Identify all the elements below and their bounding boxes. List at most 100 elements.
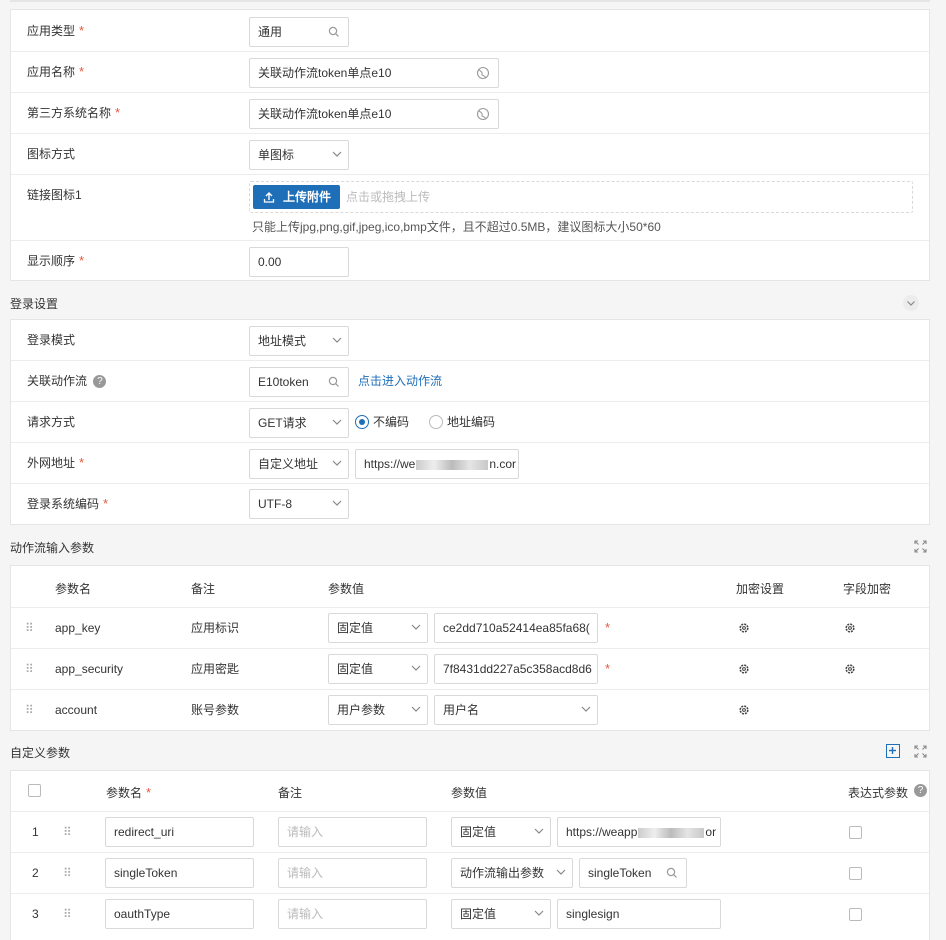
search-icon[interactable] xyxy=(666,859,678,887)
drag-handle-icon[interactable]: ⠿ xyxy=(63,825,72,839)
col-param-name: 参数名 xyxy=(106,786,143,800)
table-header: 参数名 备注 参数值 加密设置 字段加密 xyxy=(11,566,929,608)
value-type-select[interactable]: 固定值 xyxy=(451,899,551,929)
table-row: ⠿ app_key 应用标识 固定值 ce2dd710a52414ea85fa6… xyxy=(11,608,929,649)
col-encrypt-setting: 加密设置 xyxy=(736,582,785,596)
display-order-label: 显示顺序 xyxy=(27,254,76,268)
value-type-select[interactable]: 用户参数 xyxy=(328,695,428,725)
encoding-select[interactable]: UTF-8 xyxy=(249,489,349,519)
drag-handle-icon[interactable]: ⠿ xyxy=(63,866,72,880)
search-icon[interactable] xyxy=(328,18,340,46)
help-icon[interactable]: ? xyxy=(93,375,107,389)
output-param-select[interactable]: singleToken xyxy=(579,858,687,888)
drag-handle-icon[interactable]: ⠿ xyxy=(63,907,72,921)
third-party-input[interactable]: 关联动作流token单点e10 xyxy=(249,99,499,129)
chevron-down-icon xyxy=(556,868,566,876)
value-type-select[interactable]: 固定值 xyxy=(328,654,428,684)
chevron-down-icon xyxy=(332,499,342,507)
expression-checkbox[interactable] xyxy=(849,908,862,921)
radio-address-encode-label: 地址编码 xyxy=(447,415,496,429)
chevron-down-icon xyxy=(411,664,421,672)
flow-select[interactable]: E10token xyxy=(249,367,349,397)
display-order-input[interactable]: 0.00 xyxy=(249,247,349,277)
add-param-button[interactable] xyxy=(886,744,900,758)
flow-params-title: 动作流输入参数 xyxy=(10,541,95,555)
chevron-down-icon xyxy=(332,150,342,158)
param-name-input[interactable]: singleToken xyxy=(105,858,254,888)
globe-icon[interactable] xyxy=(476,100,490,128)
table-row: 1 ⠿ redirect_uri 请输入 固定值 https://weapp or xyxy=(11,812,929,853)
app-type-row: 应用类型 * 通用 xyxy=(11,10,929,52)
chevron-down-icon xyxy=(332,418,342,426)
param-name-input[interactable]: redirect_uri xyxy=(105,817,254,847)
expand-icon[interactable] xyxy=(914,745,927,761)
col-param-name: 参数名 xyxy=(55,582,92,596)
required-mark: * xyxy=(79,64,85,79)
link-icon-row: 链接图标1 上传附件 点击或拖拽上传 只能上传jpg,png,gif,jpeg,… xyxy=(11,175,929,241)
icon-mode-select[interactable]: 单图标 xyxy=(249,140,349,170)
help-icon[interactable]: ? xyxy=(914,784,927,797)
param-value-input[interactable]: singlesign xyxy=(557,899,721,929)
login-mode-select[interactable]: 地址模式 xyxy=(249,326,349,356)
collapse-toggle[interactable] xyxy=(903,295,919,311)
radio-no-encode[interactable] xyxy=(355,415,369,429)
upload-dropzone[interactable]: 上传附件 点击或拖拽上传 xyxy=(249,181,913,213)
note-input[interactable]: 请输入 xyxy=(278,817,427,847)
flow-label: 关联动作流 xyxy=(27,374,88,388)
display-order-row: 显示顺序 * 0.00 xyxy=(11,241,929,282)
drag-handle-icon[interactable]: ⠿ xyxy=(25,621,34,635)
chevron-down-icon xyxy=(534,827,544,835)
gear-icon[interactable] xyxy=(844,663,856,675)
required-mark: * xyxy=(79,455,85,470)
value-type-select[interactable]: 固定值 xyxy=(328,613,428,643)
expression-checkbox[interactable] xyxy=(849,826,862,839)
param-value-input[interactable]: ce2dd710a52414ea85fa68( xyxy=(434,613,598,643)
required-mark: * xyxy=(79,23,85,38)
required-mark: * xyxy=(605,620,611,635)
url-type-select[interactable]: 自定义地址 xyxy=(249,449,349,479)
radio-no-encode-label: 不编码 xyxy=(373,415,410,429)
external-url-row: 外网地址 * 自定义地址 https://we n.cor xyxy=(11,443,929,484)
note-input[interactable]: 请输入 xyxy=(278,858,427,888)
col-expression-param: 表达式参数 xyxy=(848,786,909,800)
chevron-down-icon xyxy=(581,705,591,713)
external-url-input[interactable]: https://we n.cor xyxy=(355,449,519,479)
app-name-input[interactable]: 关联动作流token单点e10 xyxy=(249,58,499,88)
expand-icon[interactable] xyxy=(914,540,927,556)
gear-icon[interactable] xyxy=(844,622,856,634)
radio-address-encode[interactable] xyxy=(429,415,443,429)
upload-hint: 点击或拖拽上传 xyxy=(346,190,431,204)
enter-flow-link[interactable]: 点击进入动作流 xyxy=(358,361,442,402)
app-type-label: 应用类型 xyxy=(27,24,76,38)
request-method-label: 请求方式 xyxy=(27,415,76,429)
value-type-select[interactable]: 固定值 xyxy=(451,817,551,847)
search-icon[interactable] xyxy=(328,368,340,396)
encoding-row: 登录系统编码 * UTF-8 xyxy=(11,484,929,525)
redacted-blur xyxy=(638,827,705,838)
icon-mode-row: 图标方式 单图标 xyxy=(11,134,929,175)
app-type-select[interactable]: 通用 xyxy=(249,17,349,47)
drag-handle-icon[interactable]: ⠿ xyxy=(25,703,34,717)
user-field-select[interactable]: 用户名 xyxy=(434,695,598,725)
drag-handle-icon[interactable]: ⠿ xyxy=(25,662,34,676)
custom-params-table: 参数名 * 备注 参数值 表达式参数 ? 1 ⠿ redirect_uri 请输入… xyxy=(10,770,930,940)
upload-button[interactable]: 上传附件 xyxy=(253,185,340,209)
select-all-checkbox[interactable] xyxy=(28,784,41,797)
login-settings-card: 登录模式 地址模式 关联动作流 ? E10token 点击进入动作流 请求方式 … xyxy=(10,319,930,525)
expression-checkbox[interactable] xyxy=(849,867,862,880)
value-type-select[interactable]: 动作流输出参数 xyxy=(451,858,573,888)
param-value-input[interactable]: https://weapp or xyxy=(557,817,721,847)
app-name-label: 应用名称 xyxy=(27,65,76,79)
gear-icon[interactable] xyxy=(738,663,750,675)
gear-icon[interactable] xyxy=(738,704,750,716)
table-row: ⠿ account 账号参数 用户参数 用户名 xyxy=(11,690,929,731)
chevron-down-icon xyxy=(332,459,342,467)
gear-icon[interactable] xyxy=(738,622,750,634)
encoding-label: 登录系统编码 xyxy=(27,497,100,511)
note-input[interactable]: 请输入 xyxy=(278,899,427,929)
globe-icon[interactable] xyxy=(476,59,490,87)
request-method-select[interactable]: GET请求 xyxy=(249,408,349,438)
chevron-down-icon xyxy=(534,909,544,917)
param-name-input[interactable]: oauthType xyxy=(105,899,254,929)
param-value-input[interactable]: 7f8431dd227a5c358acd8d6 xyxy=(434,654,598,684)
